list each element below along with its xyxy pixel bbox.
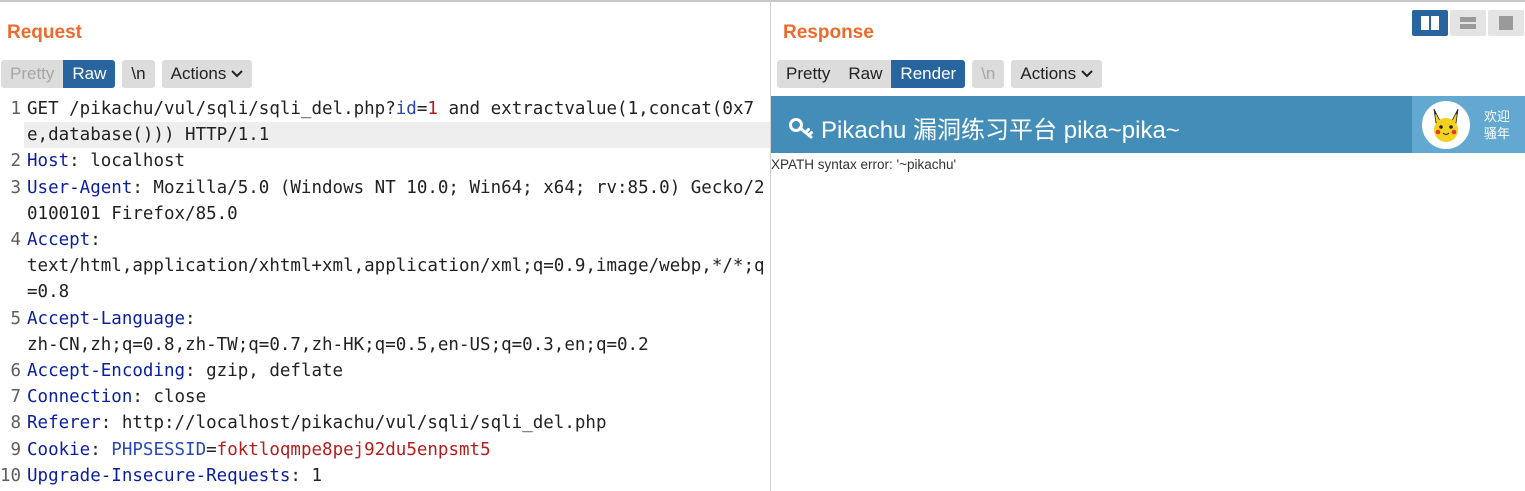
header-name: Upgrade-Insecure-Requests <box>27 465 291 486</box>
editor-line: 5 Accept-Language: zh-CN,zh;q=0.8,zh-TW;q… <box>0 306 770 358</box>
code-text: = <box>206 439 217 460</box>
site-title-text: Pikachu 漏洞练习平台 pika~pika~ <box>821 117 1180 144</box>
header-name: Host <box>27 151 70 172</box>
layout-switcher <box>1412 10 1524 36</box>
code-text: : <box>90 439 112 460</box>
chevron-down-icon <box>1081 70 1093 78</box>
header-name: Accept-Encoding <box>27 361 186 382</box>
request-pane: Request Pretty Raw \n Actions 1 GET /pika… <box>0 2 770 491</box>
editor-line: 1 GET /pikachu/vul/sqli/sqli_del.php?id=1… <box>0 96 770 149</box>
editor-line: 6 Accept-Encoding: gzip, deflate <box>0 358 770 384</box>
user-box[interactable]: 欢迎 骚年 <box>1412 96 1525 153</box>
request-actions-button[interactable]: Actions <box>161 60 253 88</box>
code-text: : http://localhost/pikachu/vul/sqli/sqli… <box>100 413 607 434</box>
line-number: 8 <box>10 413 21 434</box>
response-newline-toggle[interactable]: \n <box>972 60 1005 88</box>
code-text: : gzip, deflate <box>185 361 344 382</box>
header-name: User-Agent <box>27 177 133 198</box>
editor-line: 4 Accept: text/html,application/xhtml+xml… <box>0 227 770 306</box>
single-pane-icon <box>1499 16 1513 30</box>
line-code[interactable]: Accept-Language: zh-CN,zh;q=0.8,zh-TW;q=… <box>24 306 770 358</box>
line-code[interactable]: Connection: close <box>24 384 770 410</box>
line-number: 5 <box>10 308 21 329</box>
code-text: : localhost <box>69 151 186 172</box>
line-number: 7 <box>10 387 21 408</box>
line-code[interactable]: GET /pikachu/vul/sqli/sqli_del.php?id=1 … <box>24 96 770 149</box>
request-newline-toggle[interactable]: \n <box>122 60 155 88</box>
code-text: : close <box>132 387 207 408</box>
param-value: foktloqmpe8pej92du5enpsmt5 <box>216 439 491 460</box>
line-number: 10 <box>0 465 22 486</box>
code-text: : 1 <box>290 465 323 486</box>
layout-stacked-button[interactable] <box>1450 10 1486 36</box>
site-title[interactable]: Pikachu 漏洞练习平台 pika~pika~ <box>789 110 1180 145</box>
side-by-side-icon <box>1421 16 1439 30</box>
line-number: 6 <box>10 361 21 382</box>
editor-line: 10 Upgrade-Insecure-Requests: 1 <box>0 463 770 489</box>
request-view-tabs: Pretty Raw <box>1 60 116 88</box>
welcome-text: 欢迎 骚年 <box>1484 108 1510 142</box>
line-code[interactable]: Accept: text/html,application/xhtml+xml,… <box>24 227 770 306</box>
chevron-down-icon <box>231 70 244 78</box>
response-toolbar: Pretty Raw Render \n Actions <box>777 60 1109 88</box>
key-icon <box>789 117 813 138</box>
response-tab-render[interactable]: Render <box>891 60 966 88</box>
stacked-icon <box>1460 17 1476 29</box>
header-name: Cookie <box>27 439 91 460</box>
avatar <box>1422 100 1470 149</box>
line-number: 9 <box>10 439 21 460</box>
response-tab-pretty[interactable]: Pretty <box>777 60 840 88</box>
header-name: Accept <box>27 230 91 251</box>
response-view-tabs: Pretty Raw Render <box>777 60 966 88</box>
response-title: Response <box>783 22 874 43</box>
line-number: 4 <box>10 230 21 251</box>
response-actions-button[interactable]: Actions <box>1011 60 1103 88</box>
request-tab-raw[interactable]: Raw <box>63 60 116 88</box>
request-tab-pretty[interactable]: Pretty <box>1 60 64 88</box>
welcome-line-2: 骚年 <box>1484 125 1511 141</box>
header-name: Accept-Language <box>27 308 186 329</box>
param-name: PHPSESSID <box>111 439 207 460</box>
param-name: id <box>395 99 417 119</box>
request-title: Request <box>7 22 82 43</box>
line-code[interactable]: Referer: http://localhost/pikachu/vul/sq… <box>24 410 770 436</box>
request-actions-label: Actions <box>170 64 227 83</box>
response-actions-label: Actions <box>1020 64 1077 83</box>
editor-line: 3 User-Agent: Mozilla/5.0 (Windows NT 10.… <box>0 175 770 227</box>
param-value: 1 <box>427 99 438 119</box>
editor-line: 2 Host: localhost <box>0 148 770 174</box>
editor-line: 8 Referer: http://localhost/pikachu/vul/s… <box>0 410 770 436</box>
header-name: Referer <box>27 413 101 434</box>
line-code[interactable]: Cookie: PHPSESSID=foktloqmpe8pej92du5enp… <box>24 437 770 463</box>
line-code[interactable]: Accept-Encoding: gzip, deflate <box>24 358 770 384</box>
header-name: Connection <box>27 387 133 408</box>
rendered-response: Pikachu 漏洞练习平台 pika~pika~ 欢迎 骚年 XPATH sy… <box>771 96 1525 491</box>
request-editor[interactable]: 1 GET /pikachu/vul/sqli/sqli_del.php?id=1… <box>0 96 770 491</box>
editor-line: 7 Connection: close <box>0 384 770 410</box>
line-code[interactable]: Host: localhost <box>24 148 770 174</box>
request-toolbar: Pretty Raw \n Actions <box>1 60 259 88</box>
response-pane: Response Pretty Raw Render \n Actions Pi… <box>770 2 1525 491</box>
line-code[interactable]: Upgrade-Insecure-Requests: 1 <box>24 463 770 489</box>
pikachu-avatar-icon <box>1433 108 1459 142</box>
xpath-error-message: XPATH syntax error: '~pikachu' <box>771 157 957 172</box>
code-text: : text/html,application/xhtml+xml,applic… <box>27 230 765 303</box>
code-text: = <box>416 99 428 119</box>
response-tab-raw[interactable]: Raw <box>839 60 892 88</box>
site-header: Pikachu 漏洞练习平台 pika~pika~ 欢迎 骚年 <box>771 96 1525 153</box>
line-number: 1 <box>10 99 21 119</box>
line-code[interactable]: User-Agent: Mozilla/5.0 (Windows NT 10.0… <box>24 175 770 227</box>
line-number: 2 <box>10 151 21 172</box>
layout-side-by-side-button[interactable] <box>1412 10 1448 36</box>
layout-single-pane-button[interactable] <box>1488 10 1524 36</box>
editor-line: 9 Cookie: PHPSESSID=foktloqmpe8pej92du5en… <box>0 437 770 463</box>
line-number: 3 <box>10 177 21 198</box>
welcome-line-1: 欢迎 <box>1484 108 1511 124</box>
code-text: GET /pikachu/vul/sqli/sqli_del.php? <box>27 99 396 119</box>
code-text: : Mozilla/5.0 (Windows NT 10.0; Win64; x… <box>27 177 765 224</box>
